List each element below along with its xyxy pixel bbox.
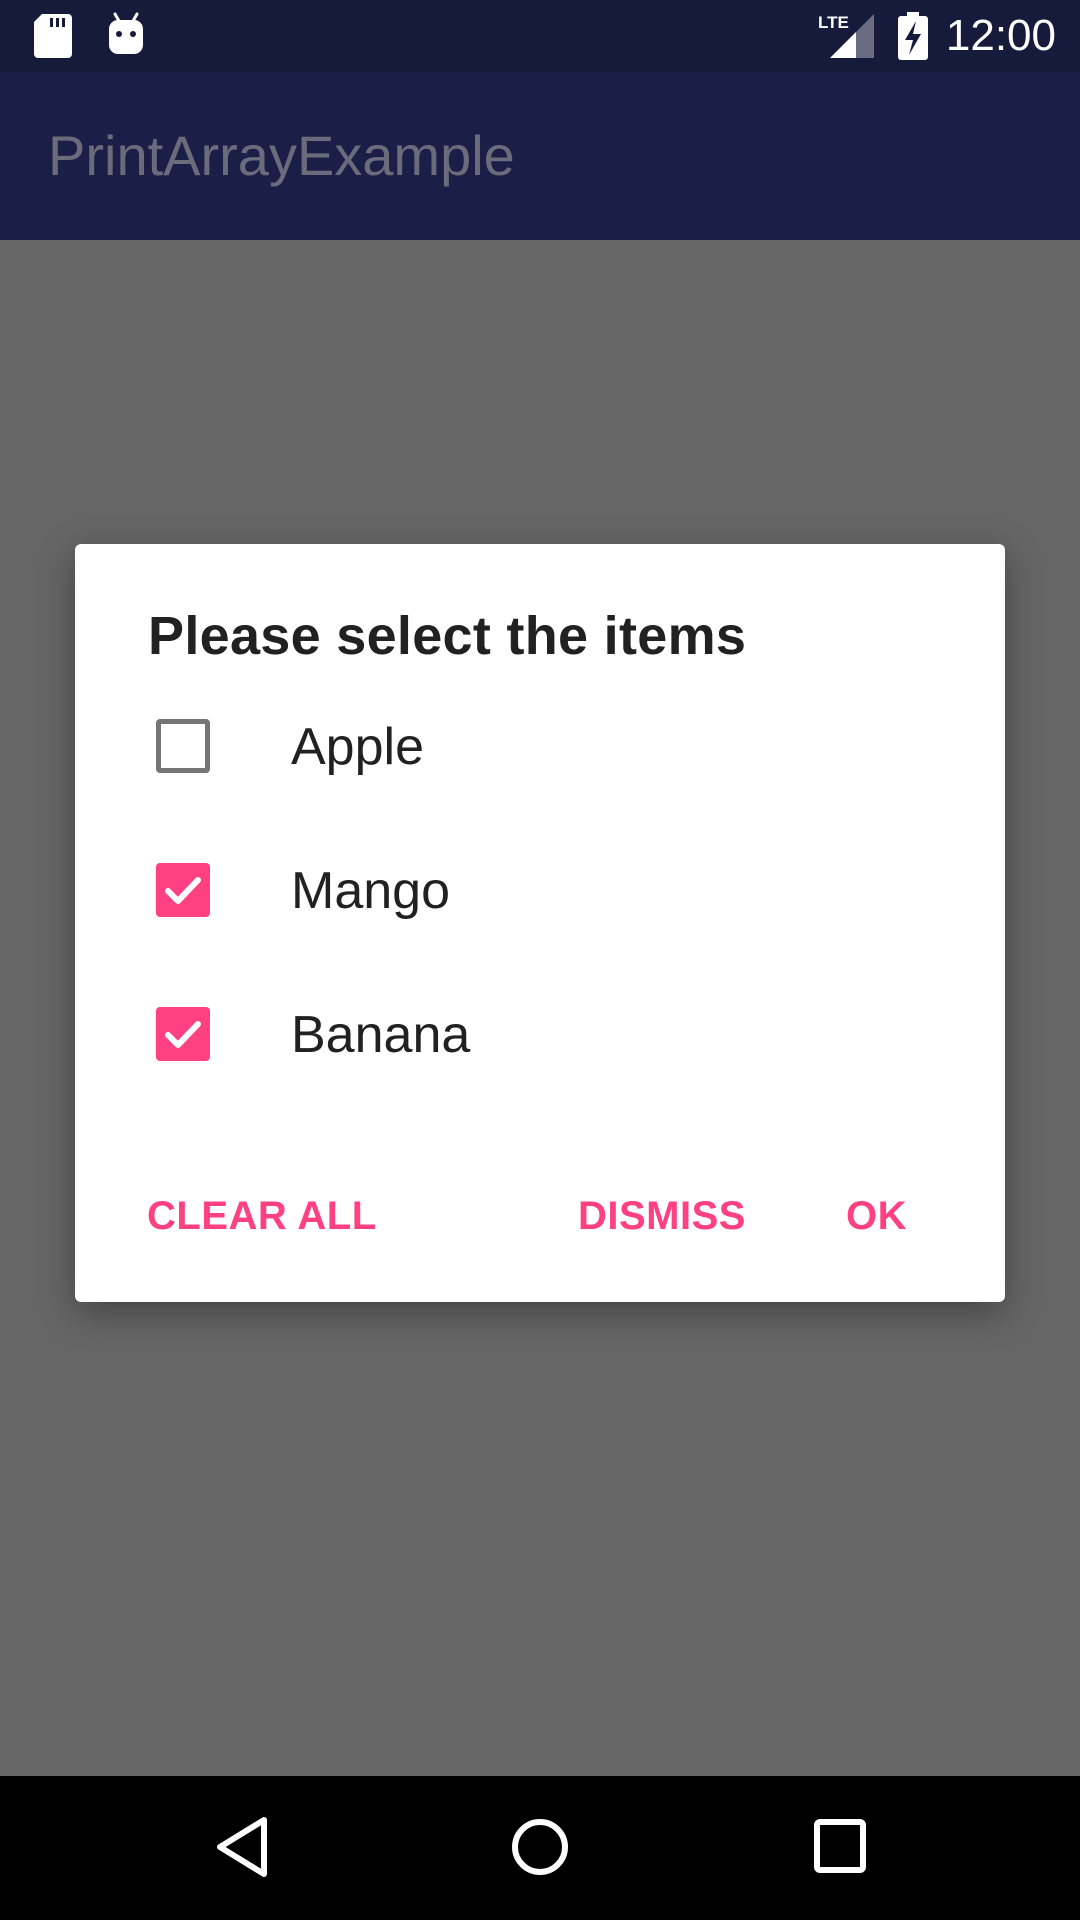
multi-select-dialog: Please select the items Apple Mango Bana… [75,544,1005,1302]
option-apple[interactable]: Apple [75,673,1005,817]
back-icon[interactable] [212,1812,272,1887]
app-bar: PrintArrayExample [0,72,1080,240]
dialog-title: Please select the items [148,606,747,666]
recents-icon[interactable] [811,1812,869,1887]
ok-button[interactable]: OK [846,1192,907,1240]
status-bar: LTE 12:00 [0,0,1080,72]
battery-charging-icon [898,12,928,65]
sd-card-icon [34,14,72,63]
svg-text:LTE: LTE [818,13,849,32]
mango-checkbox[interactable] [156,863,210,917]
option-label: Mango [291,862,450,920]
lte-signal-icon: LTE [818,12,874,65]
option-banana[interactable]: Banana [75,961,1005,1105]
status-clock: 12:00 [945,11,1056,60]
checkmark-icon [165,877,201,904]
checkmark-icon [165,1021,201,1048]
apple-checkbox[interactable] [156,719,210,773]
option-label: Apple [291,718,424,776]
home-icon[interactable] [509,1812,571,1887]
app-title: PrintArrayExample [48,124,515,187]
android-debug-icon [107,12,145,61]
option-mango[interactable]: Mango [75,817,1005,961]
screen: LTE 12:00 PrintArrayExample Please selec… [0,0,1080,1920]
option-label: Banana [291,1006,471,1064]
banana-checkbox[interactable] [156,1007,210,1061]
navigation-bar [0,1776,1080,1920]
dismiss-button[interactable]: DISMISS [578,1192,746,1240]
clear-all-button[interactable]: CLEAR ALL [147,1192,377,1240]
